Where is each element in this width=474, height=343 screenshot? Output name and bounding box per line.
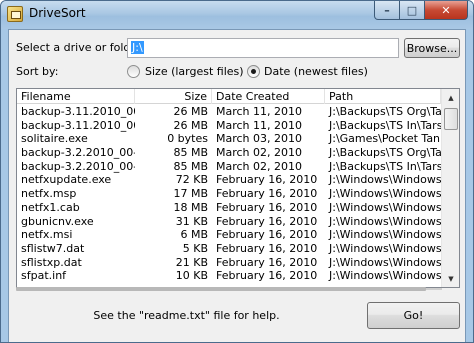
size-cell: 17 MB (173, 187, 208, 201)
filename-cell: backup-3.11.2010_00-... (21, 105, 135, 118)
size-cell: 85 MB (173, 159, 208, 173)
date-cell: February 16, 2010 (216, 173, 318, 187)
date-cell: March 02, 2010 (216, 159, 303, 173)
date-cell: March 11, 2010 (216, 118, 303, 132)
date-cell: February 16, 2010 (216, 214, 318, 228)
path-cell: J:\Windows\Windows 7 UL (329, 228, 441, 242)
size-cell: 0 bytes (167, 132, 208, 146)
path-cell: J:\Windows\Windows 7 UL (329, 200, 441, 214)
date-cell: February 16, 2010 (216, 200, 318, 214)
table-row[interactable]: sfpat.inf 10 KB February 16, 2010 J:\Window… (17, 269, 441, 283)
sort-date-label[interactable]: Date (newest files) (264, 65, 368, 78)
path-cell: J:\Backups\TS In\Tars (329, 159, 441, 173)
date-cell: March 11, 2010 (216, 105, 303, 118)
size-cell: 5 KB (182, 241, 208, 255)
date-cell: March 03, 2010 (216, 132, 303, 146)
minimize-button[interactable]: – (374, 1, 400, 20)
filename-cell: netfxupdate.exe (21, 173, 112, 187)
date-cell: February 16, 2010 (216, 255, 318, 269)
size-cell: 85 MB (173, 146, 208, 160)
column-header-date-created[interactable]: Date Created (212, 89, 325, 104)
window-title: DriveSort (29, 6, 86, 20)
scroll-up-arrow-icon[interactable]: ▲ (443, 89, 459, 106)
table-row[interactable]: netfx1.cab 18 MB February 16, 2010 J:\Windo… (17, 201, 441, 215)
size-cell: 72 KB (175, 173, 208, 187)
vertical-scrollbar[interactable]: ▲ ▼ (441, 89, 459, 287)
size-cell: 18 MB (173, 200, 208, 214)
file-list[interactable]: Filename Size Date Created Path backup-3… (16, 88, 460, 288)
scroll-down-arrow-icon[interactable]: ▼ (443, 270, 459, 287)
drive-folder-label: Select a drive or folder: (16, 41, 146, 54)
drive-folder-input[interactable]: J:\ (127, 38, 399, 58)
column-header-size[interactable]: Size (135, 89, 212, 104)
filename-cell: backup-3.2.2010_00-3... (21, 146, 135, 160)
path-cell: J:\Backups\TS In\Tars (329, 118, 441, 132)
list-rows: backup-3.11.2010_00-... 26 MB March 11, 20… (17, 105, 441, 283)
size-cell: 21 KB (175, 255, 208, 269)
path-cell: J:\Windows\Windows 7 UL (329, 214, 441, 228)
sort-size-radio[interactable] (127, 65, 140, 78)
filename-cell: solitaire.exe (21, 132, 88, 146)
table-row[interactable]: sflistxp.dat 21 KB February 16, 2010 J:\Win… (17, 256, 441, 270)
table-row[interactable]: backup-3.11.2010_00-... 26 MB March 11, 20… (17, 105, 441, 119)
title-bar[interactable]: DriveSort – □ ✕ (1, 1, 473, 29)
column-header-path[interactable]: Path (325, 89, 441, 104)
filename-cell: sflistw7.dat (21, 241, 85, 255)
caption-buttons: – □ ✕ (374, 1, 468, 20)
date-cell: February 16, 2010 (216, 269, 318, 283)
table-row[interactable]: netfx.msp 17 MB February 16, 2010 J:\Window… (17, 187, 441, 201)
size-cell: 31 KB (175, 214, 208, 228)
horizontal-scrollbar[interactable] (16, 287, 442, 291)
table-row[interactable]: backup-3.11.2010_00-... 26 MB March 11, 20… (17, 119, 441, 133)
date-cell: March 02, 2010 (216, 146, 303, 160)
sort-size-label[interactable]: Size (largest files) (145, 65, 244, 78)
browse-button[interactable]: Browse... (404, 38, 460, 58)
sort-date-radio[interactable] (247, 65, 260, 78)
help-status-text: See the "readme.txt" file for help. (93, 309, 280, 322)
column-header-filename[interactable]: Filename (17, 89, 135, 104)
filename-cell: netfx1.cab (21, 200, 80, 214)
date-cell: February 16, 2010 (216, 241, 318, 255)
filename-cell: sflistxp.dat (21, 255, 82, 269)
list-header: Filename Size Date Created Path (17, 89, 441, 104)
path-cell: J:\Backups\TS Org\Tars (329, 105, 441, 118)
size-cell: 6 MB (180, 228, 208, 242)
size-cell: 26 MB (173, 105, 208, 118)
date-cell: February 16, 2010 (216, 187, 318, 201)
filename-cell: backup-3.11.2010_00-... (21, 118, 135, 132)
size-cell: 10 KB (175, 269, 208, 283)
filename-cell: sfpat.inf (21, 269, 67, 283)
drivesort-window: DriveSort – □ ✕ Select a drive or folder… (0, 0, 474, 343)
filename-cell: gbunicnv.exe (21, 214, 94, 228)
drive-folder-value: J:\ (131, 41, 144, 54)
table-row[interactable]: gbunicnv.exe 31 KB February 16, 2010 J:\Win… (17, 215, 441, 229)
filename-cell: backup-3.2.2010_00-3... (21, 159, 135, 173)
path-cell: J:\Windows\Windows 7 UL (329, 187, 441, 201)
close-button[interactable]: ✕ (425, 1, 468, 20)
date-cell: February 16, 2010 (216, 228, 318, 242)
table-row[interactable]: sflistw7.dat 5 KB February 16, 2010 J:\Wind… (17, 242, 441, 256)
filename-cell: netfx.msi (21, 228, 73, 242)
table-row[interactable]: backup-3.2.2010_00-3... 85 MB March 02, 20… (17, 160, 441, 174)
app-icon (7, 6, 23, 22)
go-button[interactable]: Go! (367, 302, 460, 329)
table-row[interactable]: solitaire.exe 0 bytes March 03, 2010 J:\Gam… (17, 132, 441, 146)
filename-cell: netfx.msp (21, 187, 77, 201)
scrollbar-thumb[interactable] (444, 108, 458, 130)
client-area: Select a drive or folder: J:\ Browse... … (8, 29, 466, 342)
table-row[interactable]: netfxupdate.exe 72 KB February 16, 2010 J:\… (17, 173, 441, 187)
path-cell: J:\Backups\TS Org\Tars (329, 146, 441, 160)
sort-by-label: Sort by: (16, 65, 59, 78)
table-row[interactable]: backup-3.2.2010_00-3... 85 MB March 02, 20… (17, 146, 441, 160)
maximize-button[interactable]: □ (400, 1, 425, 20)
path-cell: J:\Games\Pocket Tanks (329, 132, 441, 146)
size-cell: 26 MB (173, 118, 208, 132)
path-cell: J:\Windows\Windows 7 UL (329, 269, 441, 283)
path-cell: J:\Windows\Windows 7 UL (329, 255, 441, 269)
table-row[interactable]: netfx.msi 6 MB February 16, 2010 J:\Windows… (17, 228, 441, 242)
path-cell: J:\Windows\Windows 7 UL (329, 173, 441, 187)
path-cell: J:\Windows\Windows 7 UL (329, 241, 441, 255)
